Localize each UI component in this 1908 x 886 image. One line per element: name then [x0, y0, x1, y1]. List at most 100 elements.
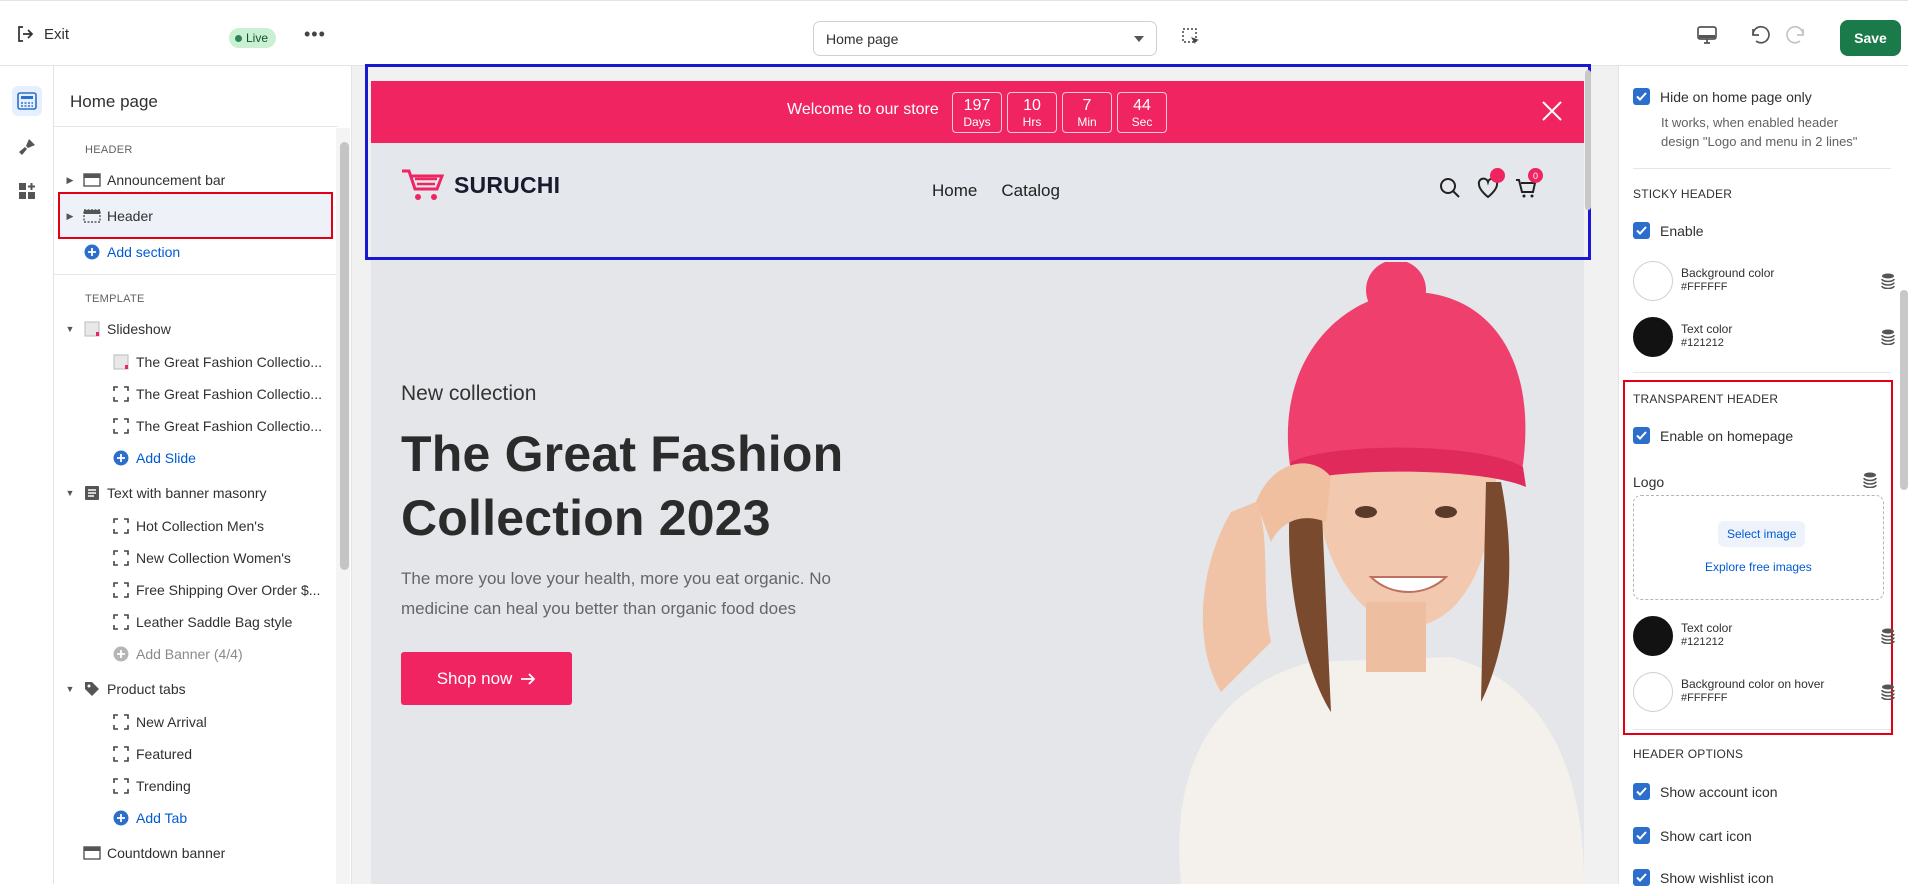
countdown-minutes: 7 Min	[1062, 92, 1112, 133]
dynamic-source-icon[interactable]	[1881, 273, 1895, 289]
cart-button[interactable]: 0	[1514, 168, 1543, 205]
nav-link-home[interactable]: Home	[932, 181, 977, 201]
tab-item[interactable]: Featured	[112, 739, 338, 769]
sidebar-item-announcement-bar[interactable]: ▶ Announcement bar	[58, 165, 334, 195]
save-button[interactable]: Save	[1840, 20, 1901, 56]
sections-tab[interactable]	[12, 86, 42, 116]
checkbox-checked-icon	[1633, 222, 1650, 239]
color-name: Text color	[1681, 621, 1733, 635]
divider	[1633, 168, 1891, 169]
announcement-close-button[interactable]	[1541, 100, 1563, 127]
color-name: Text color	[1681, 322, 1733, 336]
apps-tab[interactable]	[12, 176, 42, 206]
dynamic-source-icon[interactable]	[1881, 684, 1895, 700]
banner-item[interactable]: Free Shipping Over Order $...	[112, 575, 338, 605]
divider	[54, 126, 338, 127]
preview-scrollbar[interactable]	[1585, 70, 1591, 210]
tab-item[interactable]: Trending	[112, 771, 338, 801]
checkbox-checked-icon	[1633, 88, 1650, 105]
sticky-text-color-setting[interactable]: Text color #121212	[1633, 315, 1895, 359]
settings-scrollbar[interactable]	[1900, 290, 1908, 490]
redo-button[interactable]	[1786, 25, 1808, 50]
sidebar-item-countdown-banner[interactable]: Countdown banner	[58, 838, 334, 868]
inspector-toggle-button[interactable]	[1181, 27, 1201, 52]
nav-link-catalog[interactable]: Catalog	[1001, 181, 1060, 201]
page-selector[interactable]: Home page	[813, 21, 1157, 56]
search-button[interactable]	[1438, 176, 1462, 205]
sidebar-item-label: Text with banner masonry	[107, 485, 267, 501]
sticky-background-color-setting[interactable]: Background color #FFFFFF	[1633, 259, 1895, 303]
announcement-bar[interactable]: Welcome to our store 197 Days 10 Hrs 7 Min …	[371, 81, 1584, 143]
slide-item[interactable]: The Great Fashion Collectio...	[112, 379, 338, 409]
slide-label: The Great Fashion Collectio...	[136, 418, 322, 434]
transparent-hover-bg-color-setting[interactable]: Background color on hover #FFFFFF	[1633, 670, 1895, 714]
sidebar-item-label: Slideshow	[107, 321, 171, 337]
divider	[54, 274, 338, 275]
apps-icon	[19, 183, 35, 199]
dynamic-source-icon[interactable]	[1863, 472, 1877, 488]
add-slide-button[interactable]: Add Slide	[112, 443, 338, 473]
banner-item[interactable]: Leather Saddle Bag style	[112, 607, 338, 637]
add-tab-label: Add Tab	[136, 810, 188, 826]
store-logo[interactable]: SURUCHI	[400, 167, 560, 203]
banner-item[interactable]: New Collection Women's	[112, 543, 338, 573]
theme-settings-tab[interactable]	[12, 132, 42, 162]
section-icon	[83, 845, 101, 861]
sidebar-item-slideshow[interactable]: ▼ Slideshow	[58, 314, 334, 344]
slide-item[interactable]: The Great Fashion Collectio...	[112, 411, 338, 441]
add-circle-icon	[83, 244, 101, 260]
select-image-button[interactable]: Select image	[1718, 521, 1806, 547]
sidebar-item-text-with-banner[interactable]: ▼ Text with banner masonry	[58, 478, 334, 508]
sidebar-item-header[interactable]: ▶ Header	[58, 201, 334, 231]
expand-arrow-icon: ▶	[66, 210, 74, 221]
color-name: Background color	[1681, 266, 1775, 280]
dynamic-source-icon[interactable]	[1881, 329, 1895, 345]
exit-button[interactable]: Exit	[16, 25, 69, 43]
color-swatch[interactable]	[1633, 672, 1673, 712]
color-swatch[interactable]	[1633, 616, 1673, 656]
add-tab-button[interactable]: Add Tab	[112, 803, 338, 833]
wishlist-button[interactable]	[1476, 168, 1505, 205]
explore-free-images-link[interactable]: Explore free images	[1705, 560, 1812, 574]
store-header[interactable]: SURUCHI Home Catalog 0	[371, 143, 1584, 262]
logo-image-picker[interactable]: Select image Explore free images	[1633, 495, 1884, 600]
hero-model-image	[1179, 262, 1584, 884]
transparent-enable-checkbox[interactable]: Enable on homepage	[1633, 427, 1793, 444]
add-banner-label: Add Banner (4/4)	[136, 646, 243, 662]
hero-slideshow[interactable]: New collection The Great Fashion Collect…	[371, 262, 1584, 884]
live-status-badge: Live	[229, 28, 277, 48]
tag-icon	[83, 681, 101, 697]
header-icons: 0	[1438, 168, 1543, 205]
slide-item[interactable]: The Great Fashion Collectio...	[112, 347, 338, 377]
sticky-enable-checkbox[interactable]: Enable	[1633, 222, 1704, 239]
countdown-seconds: 44 Sec	[1117, 92, 1167, 133]
hide-on-home-checkbox[interactable]: Hide on home page only	[1633, 88, 1812, 105]
transparent-text-color-setting[interactable]: Text color #121212	[1633, 614, 1895, 658]
page-selector-value: Home page	[826, 30, 899, 47]
sidebar-item-product-tabs[interactable]: ▼ Product tabs	[58, 674, 334, 704]
add-banner-button[interactable]: Add Banner (4/4)	[112, 639, 338, 669]
banner-item[interactable]: Hot Collection Men's	[112, 511, 338, 541]
show-account-checkbox[interactable]: Show account icon	[1633, 783, 1778, 800]
section-icon	[83, 172, 101, 188]
block-icon	[112, 418, 130, 434]
dynamic-source-icon[interactable]	[1881, 628, 1895, 644]
tab-item[interactable]: New Arrival	[112, 707, 338, 737]
cart-logo-icon	[402, 169, 445, 200]
shop-now-button[interactable]: Shop now	[401, 652, 572, 705]
more-actions-button[interactable]: •••	[304, 24, 326, 45]
left-icon-rail	[0, 66, 54, 884]
show-wishlist-checkbox[interactable]: Show wishlist icon	[1633, 869, 1774, 886]
desktop-view-button[interactable]	[1696, 25, 1718, 50]
divider	[1633, 729, 1891, 730]
sidebar-scrollbar-thumb[interactable]	[340, 142, 349, 570]
block-icon	[112, 714, 130, 730]
color-swatch[interactable]	[1633, 261, 1673, 301]
divider	[1633, 372, 1891, 373]
show-cart-checkbox[interactable]: Show cart icon	[1633, 827, 1752, 844]
color-swatch[interactable]	[1633, 317, 1673, 357]
undo-button[interactable]	[1748, 25, 1770, 50]
checkbox-label: Hide on home page only	[1660, 88, 1812, 105]
color-value: #121212	[1681, 636, 1724, 648]
add-section-button[interactable]: Add section	[58, 237, 334, 267]
